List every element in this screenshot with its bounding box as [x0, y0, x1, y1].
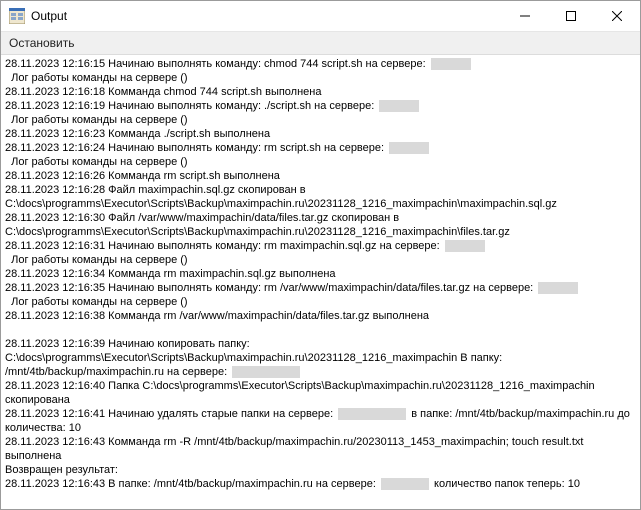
log-line: Лог работы команды на сервере () — [5, 71, 636, 85]
log-text: Лог работы команды на сервере () — [5, 156, 188, 168]
log-line: Лог работы команды на сервере () — [5, 295, 636, 309]
log-text: 28.11.2023 12:16:26 Комманда rm script.s… — [5, 170, 280, 182]
redacted-host — [431, 58, 471, 70]
log-line: 28.11.2023 12:16:28 Файл maximpachin.sql… — [5, 183, 636, 211]
window-frame: Output Остановить 28.11.2023 12:16:15 На… — [0, 0, 641, 510]
log-line: 28.11.2023 12:16:34 Комманда rm maximpac… — [5, 267, 636, 281]
app-icon — [9, 8, 25, 24]
redacted-host — [338, 408, 406, 420]
window-title: Output — [31, 9, 502, 23]
log-text: 28.11.2023 12:16:34 Комманда rm maximpac… — [5, 268, 336, 280]
redacted-host — [389, 142, 429, 154]
redacted-host — [381, 478, 429, 490]
log-text: Лог работы команды на сервере () — [5, 254, 188, 266]
log-blank-line — [5, 323, 636, 337]
log-text: 28.11.2023 12:16:43 Комманда rm -R /mnt/… — [5, 436, 587, 462]
log-line: Лог работы команды на сервере () — [5, 253, 636, 267]
log-line: 28.11.2023 12:16:18 Комманда chmod 744 s… — [5, 85, 636, 99]
log-line: Лог работы команды на сервере () — [5, 113, 636, 127]
log-line: 28.11.2023 12:16:23 Комманда ./script.sh… — [5, 127, 636, 141]
log-line: 28.11.2023 12:16:19 Начинаю выполнять ко… — [5, 99, 636, 113]
window-controls — [502, 1, 640, 31]
log-line: 28.11.2023 12:16:26 Комманда rm script.s… — [5, 169, 636, 183]
menu-stop[interactable]: Остановить — [1, 32, 83, 54]
log-text: Возвращен результат: — [5, 464, 121, 476]
log-text: 28.11.2023 12:16:40 Папка C:\docs\progra… — [5, 380, 598, 406]
log-text: 28.11.2023 12:16:23 Комманда ./script.sh… — [5, 128, 270, 140]
log-text: 28.11.2023 12:16:15 Начинаю выполнять ко… — [5, 58, 429, 70]
log-text: Лог работы команды на сервере () — [5, 296, 188, 308]
log-line: Возвращен результат: — [5, 463, 636, 477]
log-text: количество папок теперь: 10 — [431, 478, 580, 490]
log-line: 28.11.2023 12:16:31 Начинаю выполнять ко… — [5, 239, 636, 253]
log-text: 28.11.2023 12:16:30 Файл /var/www/maximp… — [5, 212, 510, 238]
log-line: Лог работы команды на сервере () — [5, 155, 636, 169]
minimize-button[interactable] — [502, 1, 548, 31]
close-button[interactable] — [594, 1, 640, 31]
log-line: 28.11.2023 12:16:30 Файл /var/www/maximp… — [5, 211, 636, 239]
redacted-host — [232, 366, 300, 378]
maximize-button[interactable] — [548, 1, 594, 31]
log-text: 28.11.2023 12:16:41 Начинаю удалять стар… — [5, 408, 336, 420]
redacted-host — [538, 282, 578, 294]
log-text: Лог работы команды на сервере () — [5, 72, 188, 84]
log-line: 28.11.2023 12:16:43 Комманда rm -R /mnt/… — [5, 435, 636, 463]
log-line: 28.11.2023 12:16:38 Комманда rm /var/www… — [5, 309, 636, 323]
redacted-host — [445, 240, 485, 252]
log-line: 28.11.2023 12:16:43 В папке: /mnt/4tb/ba… — [5, 477, 636, 491]
log-text: 28.11.2023 12:16:43 В папке: /mnt/4tb/ba… — [5, 478, 379, 490]
log-blank-line — [5, 505, 636, 507]
log-text: 28.11.2023 12:16:18 Комманда chmod 744 s… — [5, 86, 321, 98]
content-area: 28.11.2023 12:16:15 Начинаю выполнять ко… — [1, 55, 640, 509]
title-bar[interactable]: Output — [1, 1, 640, 32]
log-text: 28.11.2023 12:16:31 Начинаю выполнять ко… — [5, 240, 443, 252]
log-text: Лог работы команды на сервере () — [5, 114, 188, 126]
log-line: 28.11.2023 12:16:39 Начинаю копировать п… — [5, 337, 636, 379]
log-textbox[interactable]: 28.11.2023 12:16:15 Начинаю выполнять ко… — [5, 57, 636, 507]
log-text: 28.11.2023 12:16:38 Комманда rm /var/www… — [5, 310, 429, 322]
menu-bar: Остановить — [1, 32, 640, 55]
log-line: 28.11.2023 12:16:15 Начинаю выполнять ко… — [5, 57, 636, 71]
log-line: 28.11.2023 12:16:35 Начинаю выполнять ко… — [5, 281, 636, 295]
log-text: 28.11.2023 12:16:35 Начинаю выполнять ко… — [5, 282, 536, 294]
log-text: 28.11.2023 12:16:19 Начинаю выполнять ко… — [5, 100, 377, 112]
log-blank-line — [5, 491, 636, 505]
log-text: 28.11.2023 12:16:24 Начинаю выполнять ко… — [5, 142, 387, 154]
log-line: 28.11.2023 12:16:24 Начинаю выполнять ко… — [5, 141, 636, 155]
log-line: 28.11.2023 12:16:40 Папка C:\docs\progra… — [5, 379, 636, 407]
log-text: 28.11.2023 12:16:28 Файл maximpachin.sql… — [5, 184, 557, 210]
log-line: 28.11.2023 12:16:41 Начинаю удалять стар… — [5, 407, 636, 435]
redacted-host — [379, 100, 419, 112]
